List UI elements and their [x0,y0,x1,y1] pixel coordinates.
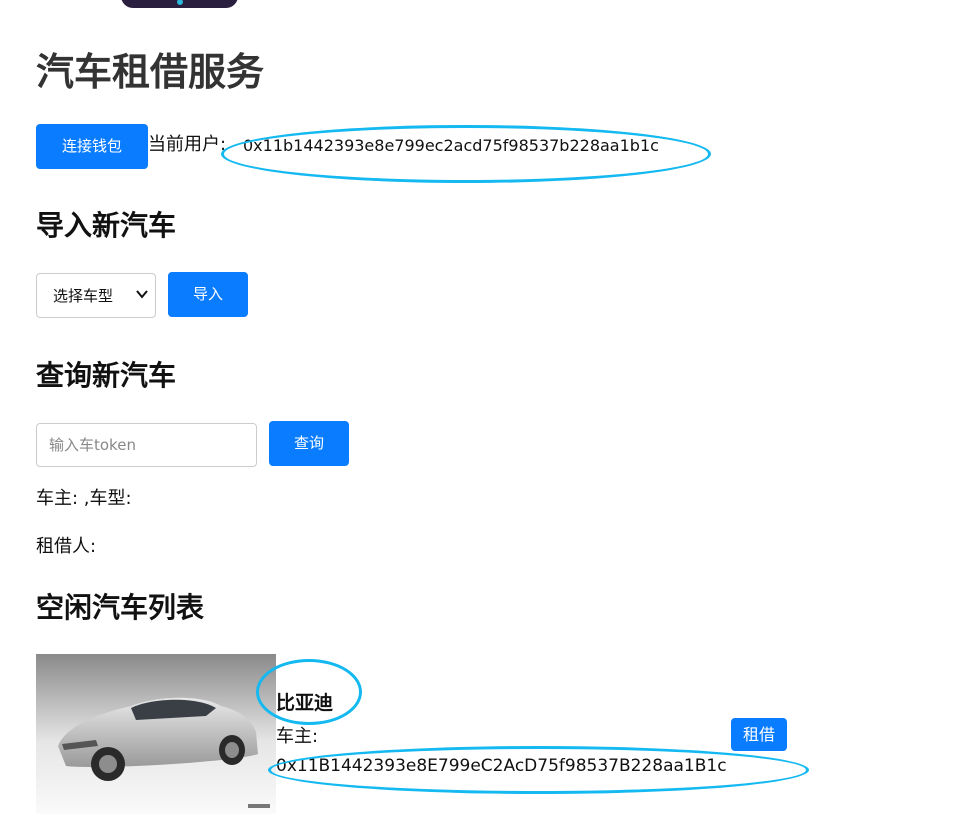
import-section-heading: 导入新汽车 [36,209,177,242]
car-owner-address: 0x11B1442393e8E799eC2AcD75f98537B228aa1B… [276,756,727,776]
car-type-select[interactable]: 选择车型 [36,273,156,318]
car-type-select-value: 选择车型 [53,287,114,305]
top-banner-fragment [121,0,238,8]
query-owner-type-line: 车主: ,车型: [36,488,132,509]
connect-wallet-button[interactable]: 连接钱包 [36,124,148,169]
car-owner-label: 车主: [276,726,319,747]
page-title: 汽车租借服务 [36,50,265,94]
car-photo [36,654,276,814]
chevron-down-icon [136,290,148,299]
import-button[interactable]: 导入 [168,272,248,317]
available-cars-heading: 空闲汽车列表 [36,591,205,624]
car-name: 比亚迪 [276,692,334,714]
token-input[interactable] [36,423,257,467]
query-renter-line: 租借人: [36,536,97,557]
rent-button[interactable]: 租借 [731,718,787,751]
query-section-heading: 查询新汽车 [36,359,177,392]
current-user-address: 0x11b1442393e8e799ec2acd75f98537b228aa1b… [243,136,659,155]
current-user-label: 当前用户: [148,134,227,155]
query-button[interactable]: 查询 [269,421,349,466]
